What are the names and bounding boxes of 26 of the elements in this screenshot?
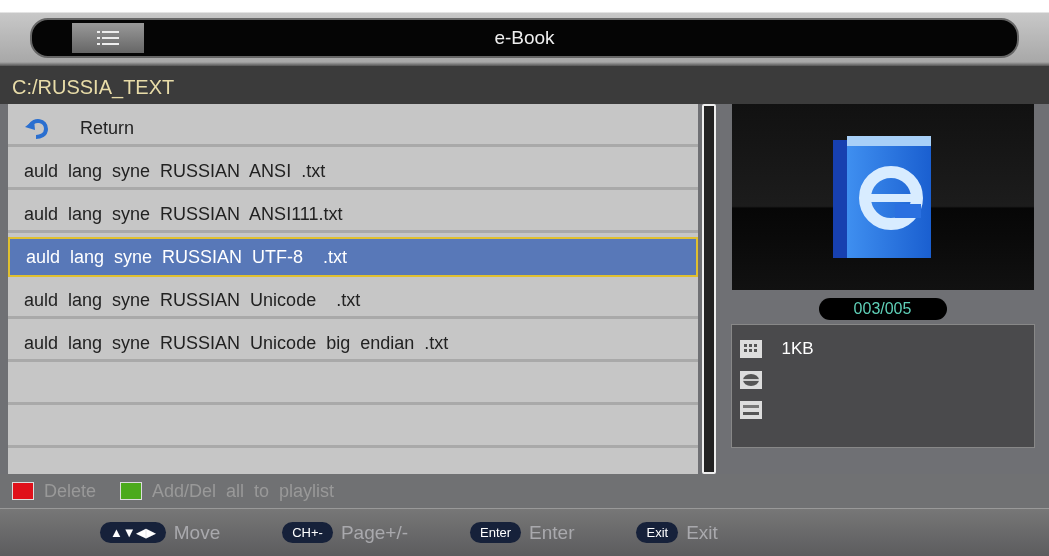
key-action: Exit: [686, 521, 718, 544]
file-item[interactable]: auld lang syne RUSSIAN Unicode .txt: [8, 280, 698, 320]
key-action: Move: [173, 521, 221, 544]
window-title: e-Book: [494, 27, 555, 49]
file-item[interactable]: auld lang syne RUSSIAN Unicode big endian .txt: [8, 323, 698, 363]
size-icon: [739, 340, 762, 358]
remote-key: ▲▼◀▶: [100, 522, 166, 543]
menu-icon: [97, 30, 119, 46]
scrollbar[interactable]: [702, 104, 716, 474]
menu-button[interactable]: [72, 23, 144, 53]
file-item[interactable]: auld lang syne RUSSIAN ANSI .txt: [8, 151, 698, 191]
device-icon: [739, 401, 762, 419]
remote-key: Exit: [636, 522, 679, 543]
remote-key: CH+-: [282, 522, 333, 543]
return-arrow-icon: [24, 117, 50, 139]
key-action: Page+/-: [340, 521, 408, 544]
disc-icon: [739, 371, 762, 389]
remote-key: Enter: [470, 522, 522, 543]
return-item[interactable]: Return: [8, 108, 698, 148]
file-item[interactable]: auld lang syne RUSSIAN UTF-8 .txt: [8, 237, 698, 277]
file-counter: 003/005: [818, 298, 947, 320]
file-item[interactable]: auld lang syne RUSSIAN ANSI111.txt: [8, 194, 698, 234]
return-label: Return: [80, 117, 135, 139]
file-size: 1KB: [781, 339, 814, 359]
key-action: Enter: [529, 521, 575, 544]
folder-path: C:/RUSSIA_TEXT: [0, 66, 1049, 104]
